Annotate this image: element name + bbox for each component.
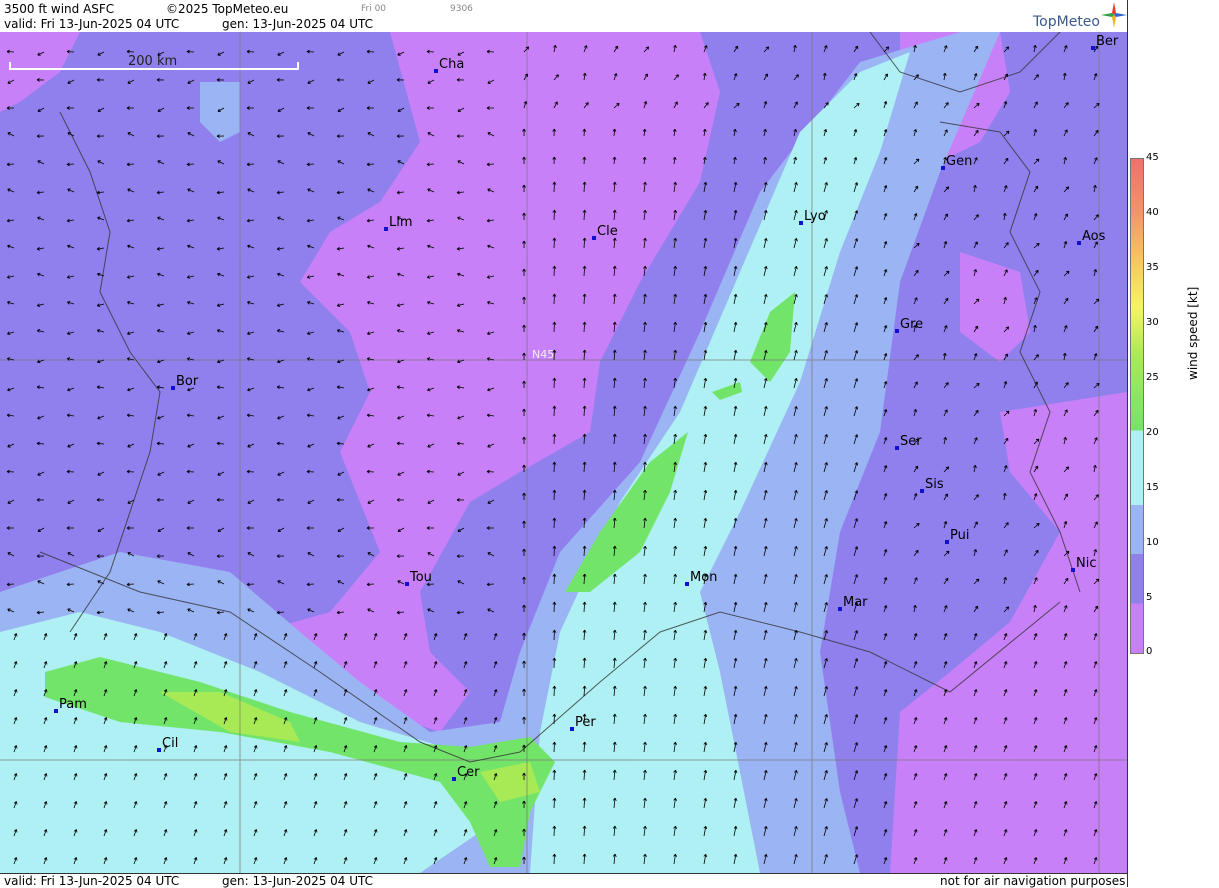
valid-time: valid: Fri 13-Jun-2025 04 UTC [4,17,180,31]
city-marker [895,329,899,333]
compass-icon [1101,2,1127,28]
footer-valid-time: valid: Fri 13-Jun-2025 04 UTC [4,874,180,888]
city-marker [685,582,689,586]
city-marker [838,607,842,611]
footer-gen-time: gen: 13-Jun-2025 04 UTC [222,874,374,888]
city-label: Ser [900,434,922,449]
legend-color-bar [1130,158,1144,654]
city-marker [1091,46,1095,50]
city-marker [1077,241,1081,245]
city-marker [895,446,899,450]
city-label: Nic [1076,556,1096,571]
scale-label: 200 km [128,54,177,69]
city-label: Tou [409,570,432,585]
frame-label: Fri 00 [361,4,387,14]
legend-tick: 45 [1146,152,1159,163]
city-label: Pam [59,697,87,712]
city-marker [592,236,596,240]
legend-tick: 35 [1146,262,1159,273]
city-marker [434,69,438,73]
disclaimer: not for air navigation purposes [940,874,1126,888]
legend-tick: 40 [1146,207,1159,218]
frame-code: 9306 [450,4,473,14]
city-label: Bor [176,374,199,389]
map-header: 3500 ft wind ASFC ©2025 TopMeteo.eu Fri … [0,0,1127,32]
map-footer: valid: Fri 13-Jun-2025 04 UTC gen: 13-Ju… [0,873,1127,888]
topmeteo-logo: TopMeteo [1033,14,1100,30]
legend-tick: 0 [1146,646,1153,657]
city-label: Mon [690,570,717,585]
city-label: Pui [950,528,969,543]
wind-speed-legend: 45 40 35 30 25 20 15 10 5 0 [1127,0,1219,887]
city-label: Aos [1082,229,1106,244]
legend-unit: wind speed [kt] [1186,286,1200,380]
city-marker [171,386,175,390]
city-label: Lyo [804,209,826,224]
legend-tick: 20 [1146,427,1159,438]
city-marker [54,709,58,713]
city-label: Cle [597,224,618,239]
city-label: Mar [843,595,868,610]
city-label: Per [575,715,596,730]
legend-tick: 15 [1146,482,1159,493]
city-marker [405,582,409,586]
legend-tick: 30 [1146,317,1159,328]
wind-map[interactable]: 200 km N45 Cha Ber Gen Lim Cle Lyo Aos Gre Bor Se… [0,32,1127,873]
city-marker [157,748,161,752]
legend-tick: 25 [1146,372,1159,383]
city-marker [941,166,945,170]
city-marker [452,777,456,781]
city-label: Ber [1096,34,1119,49]
city-label: Cha [439,57,464,72]
city-label: Lim [389,215,413,230]
gen-time: gen: 13-Jun-2025 04 UTC [222,17,374,31]
city-marker [920,489,924,493]
product-title: 3500 ft wind ASFC [4,2,115,16]
city-marker [384,227,388,231]
city-label: Cil [162,736,178,751]
city-marker [799,221,803,225]
city-label: Gen [946,154,972,169]
city-marker [570,727,574,731]
city-label: Sis [925,477,944,492]
city-marker [945,540,949,544]
city-marker [1071,568,1075,572]
city-label: Gre [900,317,923,332]
wind-field: 200 km N45 Cha Ber Gen Lim Cle Lyo Aos Gre Bor Se… [0,32,1127,873]
legend-tick: 5 [1146,592,1153,603]
lat-label: N45 [532,348,554,361]
copyright: ©2025 TopMeteo.eu [166,2,289,16]
legend-tick: 10 [1146,537,1159,548]
city-label: Cer [457,765,480,780]
